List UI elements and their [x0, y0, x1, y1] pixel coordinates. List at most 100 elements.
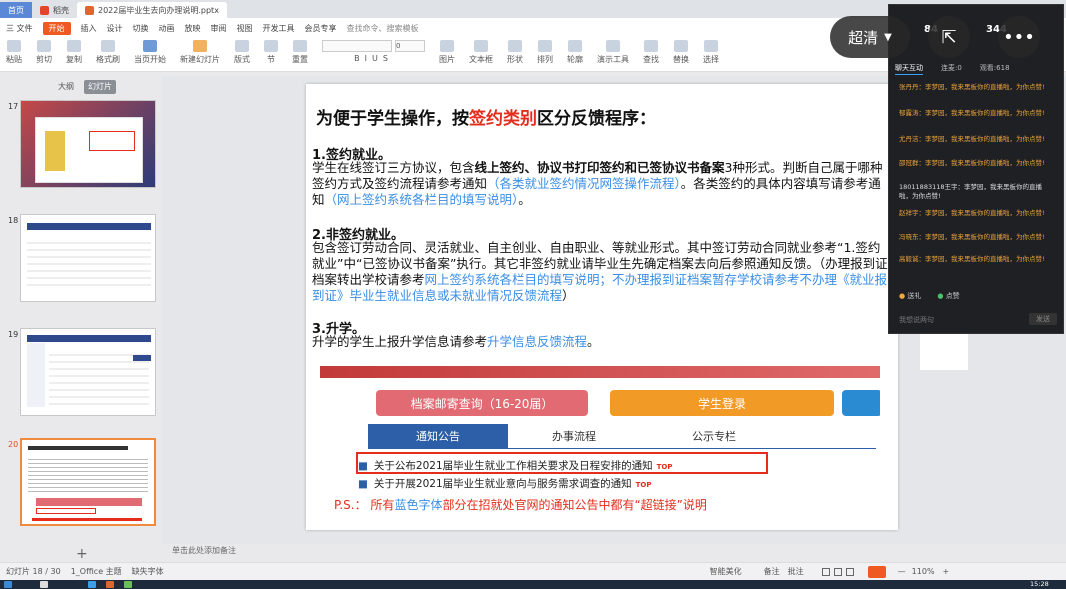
menu-file[interactable]: 三 文件: [6, 23, 33, 34]
cut-button[interactable]: 剪切: [36, 40, 52, 65]
app-icon[interactable]: [124, 581, 132, 588]
publicity-tab: 公示专栏: [692, 430, 736, 443]
play-slideshow-icon[interactable]: [867, 565, 886, 578]
new-slide-button[interactable]: 新建幻灯片: [180, 40, 220, 65]
quality-select[interactable]: 超清 ▼: [830, 16, 910, 58]
website-blue-button: [842, 390, 880, 416]
status-bar: 幻灯片 18 / 30 1_Office 主题 缺失字体 智能美化 备注 批注 …: [0, 562, 1066, 580]
font-name-select[interactable]: [322, 40, 392, 52]
zoom-in-button[interactable]: +: [943, 567, 950, 576]
select-button[interactable]: 选择: [703, 40, 719, 65]
font-size-select[interactable]: 0: [395, 40, 425, 52]
presentation-icon: [606, 40, 620, 52]
like-button[interactable]: ● 点赞: [937, 291, 959, 301]
layout-button[interactable]: 版式: [234, 40, 250, 65]
thumbnail-image: [20, 100, 156, 188]
chat-message: 邵冠群：李梦园，我来黑板你的直播啦，为你点赞!: [899, 159, 1045, 167]
notes-area[interactable]: 单击此处添加备注: [162, 545, 902, 559]
textbox-button[interactable]: 文本框: [469, 40, 493, 65]
missing-font-indicator[interactable]: 缺失字体: [132, 566, 164, 577]
paste-button[interactable]: 粘贴: [6, 40, 22, 65]
zoom-out-button[interactable]: —: [898, 567, 906, 576]
website-header-strip: [320, 366, 880, 378]
reset-button[interactable]: 重置: [292, 40, 308, 65]
scissors-icon: [37, 40, 51, 52]
add-slide-button[interactable]: +: [76, 546, 88, 562]
notice-tab: 通知公告: [368, 424, 508, 448]
menu-member[interactable]: 会员专享: [305, 23, 337, 34]
search-command[interactable]: 查找命令、搜索模板: [347, 23, 419, 34]
canvas-right-strip: [920, 330, 968, 370]
share-button[interactable]: ⇱: [928, 16, 970, 58]
gift-button[interactable]: ● 送礼: [899, 291, 921, 301]
menu-transition[interactable]: 切换: [133, 23, 149, 34]
present-tools-button[interactable]: 演示工具: [597, 40, 629, 65]
section-button[interactable]: 节: [264, 40, 278, 65]
copy-icon: [67, 40, 81, 52]
outline-button[interactable]: 轮廓: [567, 40, 583, 65]
embedded-website-screenshot: 档案邮寄查询（16-20届） 学生登录 通知公告 办事流程 公示专栏 ■ 关于公布…: [320, 366, 880, 516]
arrange-button[interactable]: 排列: [537, 40, 553, 65]
comment-toggle[interactable]: 批注: [788, 566, 804, 577]
zoom-level[interactable]: 110%: [912, 567, 935, 576]
reading-view-icon[interactable]: [845, 567, 854, 576]
gift-icon: ●: [899, 292, 906, 300]
thumbnail-number: 18: [8, 216, 19, 225]
menu-review[interactable]: 审阅: [211, 23, 227, 34]
thumbnail-number: 20: [8, 440, 19, 449]
tab-docs-label: 稻壳: [53, 5, 69, 15]
section-3-text: 升学的学生上报升学信息请参考升学信息反馈流程。: [312, 334, 600, 349]
menu-view[interactable]: 视图: [237, 23, 253, 34]
link-fill-instructions[interactable]: （网上签约系统各栏目的填写说明）: [325, 192, 519, 207]
wps-icon[interactable]: [106, 581, 114, 588]
format-painter-button[interactable]: 格式刷: [96, 40, 120, 65]
reset-icon: [293, 40, 307, 52]
picture-button[interactable]: 图片: [439, 40, 455, 65]
slide-thumbnails-panel: 17 18 19 20: [0, 96, 160, 546]
chat-tab-mic[interactable]: 连麦:0: [941, 63, 962, 75]
replace-button[interactable]: 替换: [673, 40, 689, 65]
play-from-current-button[interactable]: 当页开始: [134, 40, 166, 65]
tab-home[interactable]: 首页: [0, 2, 32, 18]
tab-file[interactable]: 2022届毕业生去向办理说明.pptx: [77, 2, 227, 18]
notes-toggle[interactable]: 备注: [764, 566, 780, 577]
menu-start[interactable]: 开始: [42, 21, 71, 35]
menu-insert[interactable]: 插入: [81, 23, 97, 34]
menu-slideshow[interactable]: 放映: [185, 23, 201, 34]
link-further-study[interactable]: 升学信息反馈流程: [487, 334, 587, 349]
tab-docs[interactable]: 稻壳: [32, 2, 77, 18]
start-icon[interactable]: [4, 581, 12, 588]
normal-view-icon[interactable]: [821, 567, 830, 576]
link-signing-process[interactable]: （各类就业签约情况网签操作流程）: [487, 176, 681, 191]
chat-message: 冯晓东：李梦园，我来黑板你的直播啦，为你点赞!: [899, 233, 1045, 241]
search-taskbar-icon[interactable]: [40, 581, 48, 588]
menu-design[interactable]: 设计: [107, 23, 123, 34]
chat-send-button[interactable]: 发送: [1029, 313, 1057, 325]
like-icon: ●: [937, 292, 944, 300]
browser-icon[interactable]: [88, 581, 96, 588]
menu-animation[interactable]: 动画: [159, 23, 175, 34]
search-icon: [644, 40, 658, 52]
sorter-view-icon[interactable]: [833, 567, 842, 576]
tab-underline: [368, 448, 876, 449]
chat-tab-interaction[interactable]: 聊天互动: [895, 63, 923, 75]
outline-view-tab[interactable]: 大纲: [54, 80, 78, 94]
new-slide-icon: [193, 40, 207, 52]
menu-developer[interactable]: 开发工具: [263, 23, 295, 34]
font-style-buttons[interactable]: BIUS: [354, 54, 393, 63]
chat-tabs: 聊天互动 连麦:0 观看:618: [895, 63, 1061, 75]
link-fill-instructions-2[interactable]: 网上签约系统各栏目的填写说明: [425, 272, 600, 287]
slide-title: 为便于学生操作，按签约类别区分反馈程序：: [316, 109, 656, 129]
smart-beautify-button[interactable]: 智能美化: [710, 566, 742, 577]
more-button[interactable]: •••: [998, 16, 1040, 58]
shape-button[interactable]: 形状: [507, 40, 523, 65]
current-slide[interactable]: 为便于学生操作，按签约类别区分反馈程序： 1.签约就业。 学生在线签订三方协议，…: [306, 84, 898, 530]
copy-button[interactable]: 复制: [66, 40, 82, 65]
chat-tab-viewers[interactable]: 观看:618: [980, 63, 1010, 75]
find-button[interactable]: 查找: [643, 40, 659, 65]
chat-input[interactable]: 我想说两句: [899, 315, 934, 325]
more-icon: •••: [1003, 26, 1035, 48]
slides-view-tab[interactable]: 幻灯片: [84, 80, 116, 94]
slide-position: 幻灯片 18 / 30: [6, 567, 61, 576]
font-controls: 0 BIUS: [322, 40, 425, 63]
